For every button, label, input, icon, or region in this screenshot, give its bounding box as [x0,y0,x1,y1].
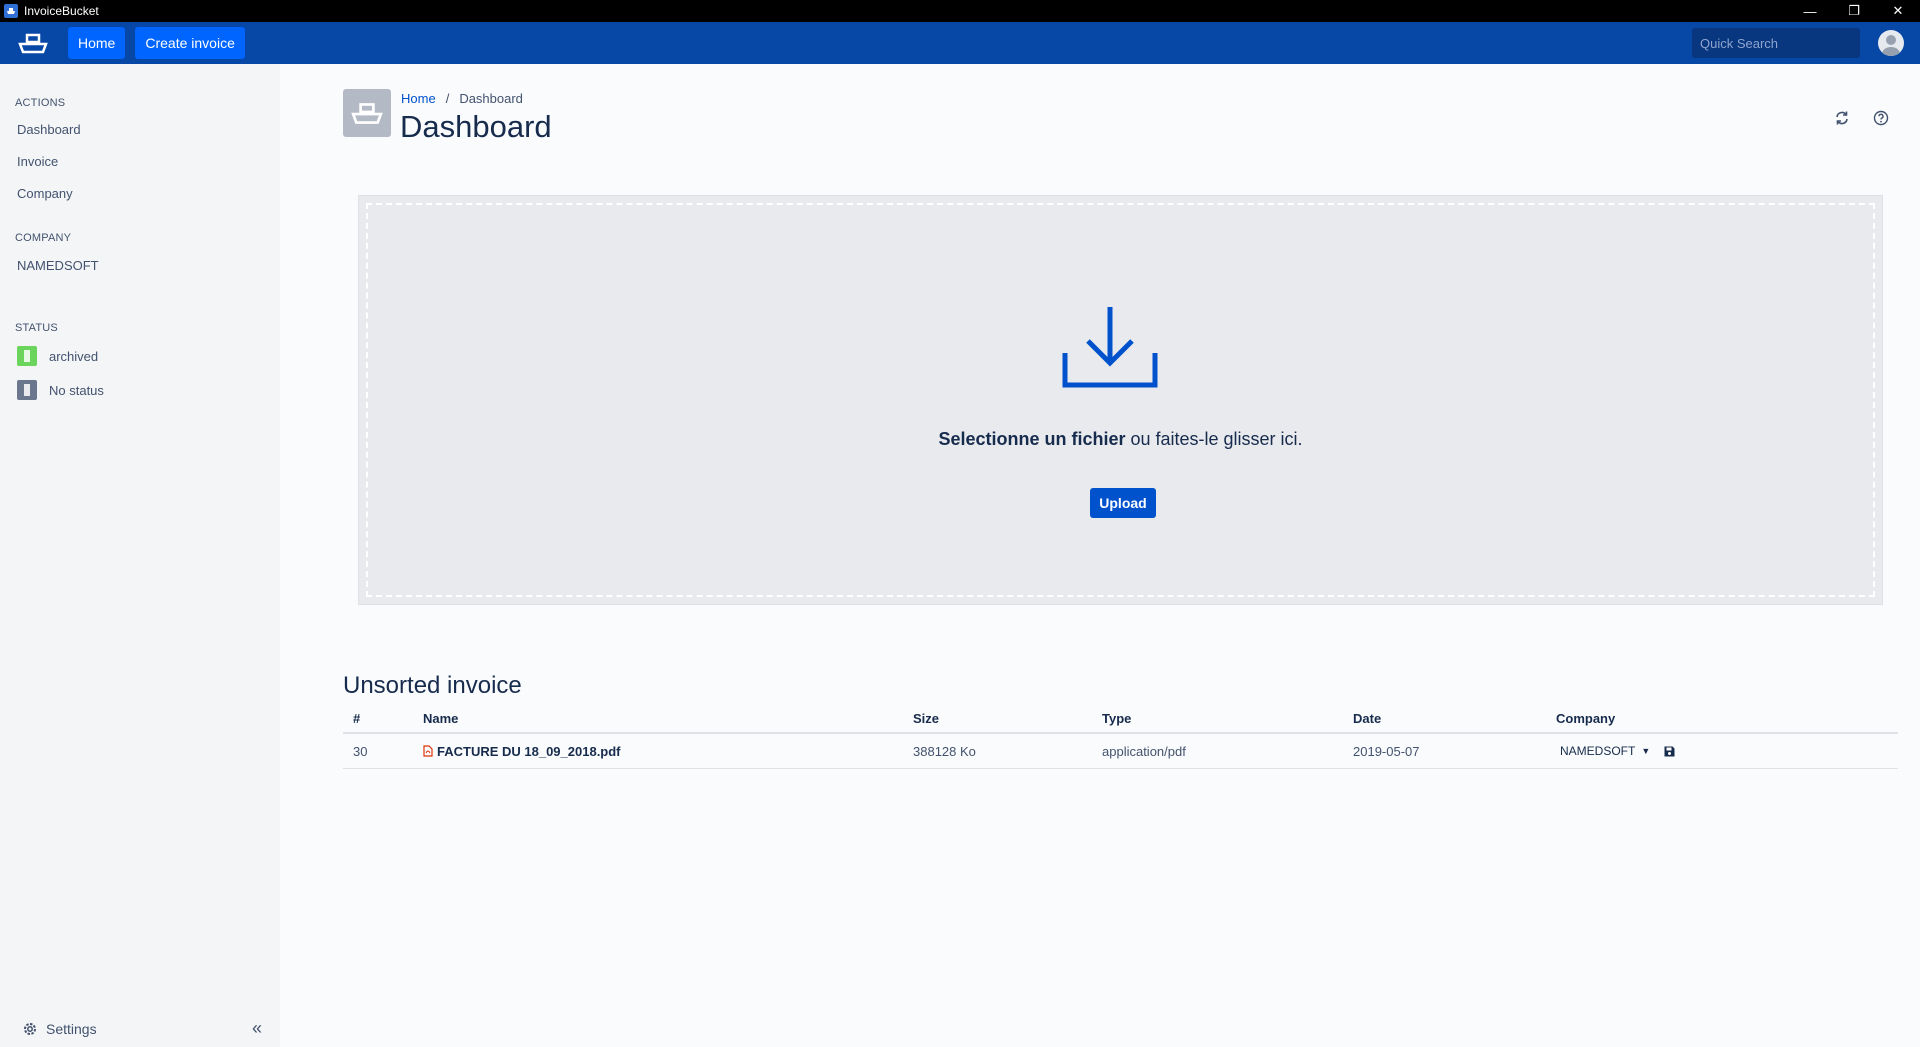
download-icon [1062,307,1158,388]
status-header: STATUS [15,322,58,334]
invoice-id: 30 [353,743,368,759]
invoice-file-link[interactable]: FACTURE DU 18_09_2018.pdf [423,744,913,759]
breadcrumb: Home / Dashboard [401,91,523,106]
avatar[interactable] [1878,30,1904,56]
window-titlebar: InvoiceBucket — ❐ ✕ [0,0,1920,22]
invoice-type: application/pdf [1102,743,1186,759]
invoice-size: 388128 Ko [913,743,976,759]
app-icon [4,4,18,18]
help-icon[interactable] [1869,106,1893,130]
drag-here-text: ou faites-le glisser ici. [1125,429,1303,449]
column-header-id: # [353,710,361,726]
collapse-sidebar-icon[interactable]: « [252,1018,262,1039]
search-input[interactable] [1700,35,1876,51]
invoice-date: 2019-05-07 [1353,743,1420,759]
status-label: archived [49,348,99,364]
breadcrumb-current: Dashboard [459,91,523,106]
sidebar-item-dashboard[interactable]: Dashboard [17,122,81,137]
sidebar-item-invoice[interactable]: Invoice [17,154,58,169]
company-select[interactable]: NAMEDSOFT ▼ [1560,744,1650,758]
status-label: No status [49,382,104,398]
bucket-logo-icon[interactable] [16,26,50,60]
quick-search [1692,28,1876,58]
settings-label: Settings [46,1020,97,1037]
save-icon[interactable] [1664,746,1675,757]
unsorted-invoice-title: Unsorted invoice [343,672,522,699]
minimize-button[interactable]: — [1788,0,1832,22]
column-header-name: Name [423,710,459,726]
sidebar-item-namedsoft[interactable]: NAMEDSOFT [17,258,99,273]
pdf-file-icon [423,745,433,757]
table-row: 30 FACTURE DU 18_09_2018.pdf 388128 Ko a… [343,734,1898,769]
column-header-type: Type [1102,710,1132,726]
sidebar-item-no-status[interactable]: No status [17,380,104,400]
sidebar-item-archived[interactable]: archived [17,346,98,366]
column-header-size: Size [913,710,940,726]
actions-header: ACTIONS [15,97,66,109]
invoice-file-name: FACTURE DU 18_09_2018.pdf [437,743,621,759]
restore-button[interactable]: ❐ [1832,0,1876,22]
create-invoice-button[interactable]: Create invoice [135,27,245,59]
breadcrumb-home-link[interactable]: Home [401,91,436,106]
table-header: # Name Size Type Date Company [343,704,1898,734]
unsorted-invoice-table: # Name Size Type Date Company 30 FACTURE… [343,704,1898,769]
home-button[interactable]: Home [68,27,126,59]
close-button[interactable]: ✕ [1876,0,1920,22]
dropzone-instructions: Selectionne un fichier ou faites-le glis… [368,429,1873,450]
window-title: InvoiceBucket [24,4,99,18]
company-header: COMPANY [15,232,72,244]
settings-button[interactable]: Settings [22,1021,97,1037]
sidebar-footer: Settings « [22,1018,262,1039]
caret-down-icon: ▼ [1641,746,1651,756]
bucket-page-icon [343,89,391,137]
company-select-value: NAMEDSOFT [1560,744,1636,758]
archived-status-icon [17,346,37,366]
select-file-text[interactable]: Selectionne un fichier [938,429,1125,449]
main-content: Home / Dashboard Dashboard Selectionne u [280,64,1920,1047]
file-dropzone[interactable]: Selectionne un fichier ou faites-le glis… [358,195,1883,605]
upload-button[interactable]: Upload [1090,488,1156,518]
no-status-icon [17,380,37,400]
page-title: Dashboard [400,109,552,144]
column-header-date: Date [1353,710,1382,726]
refresh-icon[interactable] [1830,106,1854,130]
sidebar-item-company[interactable]: Company [17,186,73,201]
sidebar: ACTIONS Dashboard Invoice Company COMPAN… [0,64,280,1047]
breadcrumb-separator: / [445,91,450,106]
top-navigation: Home Create invoice [0,22,1920,64]
column-header-company: Company [1556,710,1616,726]
gear-icon [24,1022,36,1035]
